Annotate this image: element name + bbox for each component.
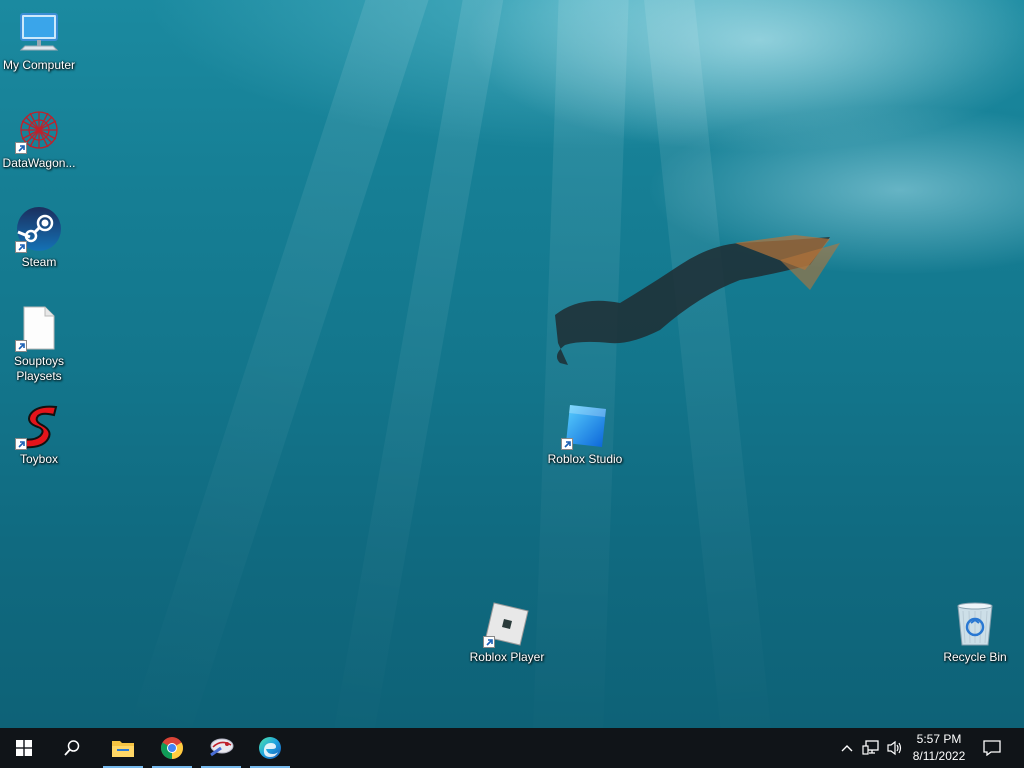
desktop-icon-label: Roblox Player — [469, 650, 545, 664]
action-center-button[interactable] — [978, 728, 1006, 768]
start-button[interactable] — [0, 728, 48, 768]
shortcut-arrow-icon — [15, 340, 27, 352]
search-icon — [64, 740, 80, 756]
windows-start-icon — [16, 740, 32, 756]
taskbar-edge[interactable] — [246, 728, 294, 768]
chrome-icon — [161, 737, 183, 759]
search-button[interactable] — [48, 728, 96, 768]
desktop-icon-roblox-player[interactable]: Roblox Player — [469, 600, 545, 665]
desktop-icon-label: Recycle Bin — [943, 650, 1007, 664]
network-icon — [862, 740, 879, 755]
monitor-icon — [15, 8, 63, 56]
shortcut-arrow-icon — [15, 241, 27, 253]
desktop-wallpaper[interactable]: My Computer DataWagon... Steam Souptoys … — [0, 0, 1024, 728]
taskbar-datawagon[interactable] — [197, 728, 245, 768]
recycle-bin-icon — [951, 600, 999, 648]
roblox-player-icon — [483, 600, 531, 648]
file-explorer-icon — [112, 741, 134, 757]
taskbar-clock[interactable]: 5:57 PM 8/11/2022 — [900, 731, 978, 765]
clock-date: 8/11/2022 — [912, 749, 966, 763]
network-tray-button[interactable] — [860, 728, 882, 768]
desktop-icon-roblox-studio[interactable]: Roblox Studio — [547, 402, 623, 467]
datawagon-taskbar-icon — [210, 738, 234, 757]
shortcut-arrow-icon — [15, 142, 27, 154]
edge-icon — [259, 737, 281, 759]
desktop-icon-label: My Computer — [2, 58, 76, 72]
taskbar-file-explorer[interactable] — [99, 728, 147, 768]
desktop-icon-label: Steam — [21, 255, 57, 269]
notification-icon — [983, 740, 1001, 756]
diver-silhouette — [555, 235, 840, 365]
desktop-icon-toybox[interactable]: Toybox — [1, 402, 77, 467]
desktop-icon-datawagon[interactable]: DataWagon... — [1, 106, 77, 171]
shortcut-arrow-icon — [561, 438, 573, 450]
desktop-icon-steam[interactable]: Steam — [1, 205, 77, 270]
desktop-icon-label: Toybox — [19, 452, 59, 466]
toybox-s-icon — [15, 402, 63, 450]
desktop-icon-label: Souptoys Playsets — [13, 354, 65, 383]
clock-time: 5:57 PM — [916, 732, 962, 746]
shortcut-arrow-icon — [15, 438, 27, 450]
datawagon-icon — [15, 106, 63, 154]
desktop-icon-recycle-bin[interactable]: Recycle Bin — [937, 600, 1013, 665]
taskbar: 5:57 PM 8/11/2022 — [0, 728, 1024, 768]
desktop-icon-my-computer[interactable]: My Computer — [1, 8, 77, 73]
desktop-icon-souptoys-playsets[interactable]: Souptoys Playsets — [1, 304, 77, 384]
blank-file-icon — [15, 304, 63, 352]
show-hidden-icons-button[interactable] — [836, 728, 858, 768]
desktop-icon-label: Roblox Studio — [547, 452, 623, 466]
roblox-studio-icon — [561, 402, 609, 450]
desktop-icon-label: DataWagon... — [2, 156, 76, 170]
chevron-up-icon — [841, 745, 853, 752]
shortcut-arrow-icon — [483, 636, 495, 648]
steam-icon — [15, 205, 63, 253]
taskbar-chrome[interactable] — [148, 728, 196, 768]
